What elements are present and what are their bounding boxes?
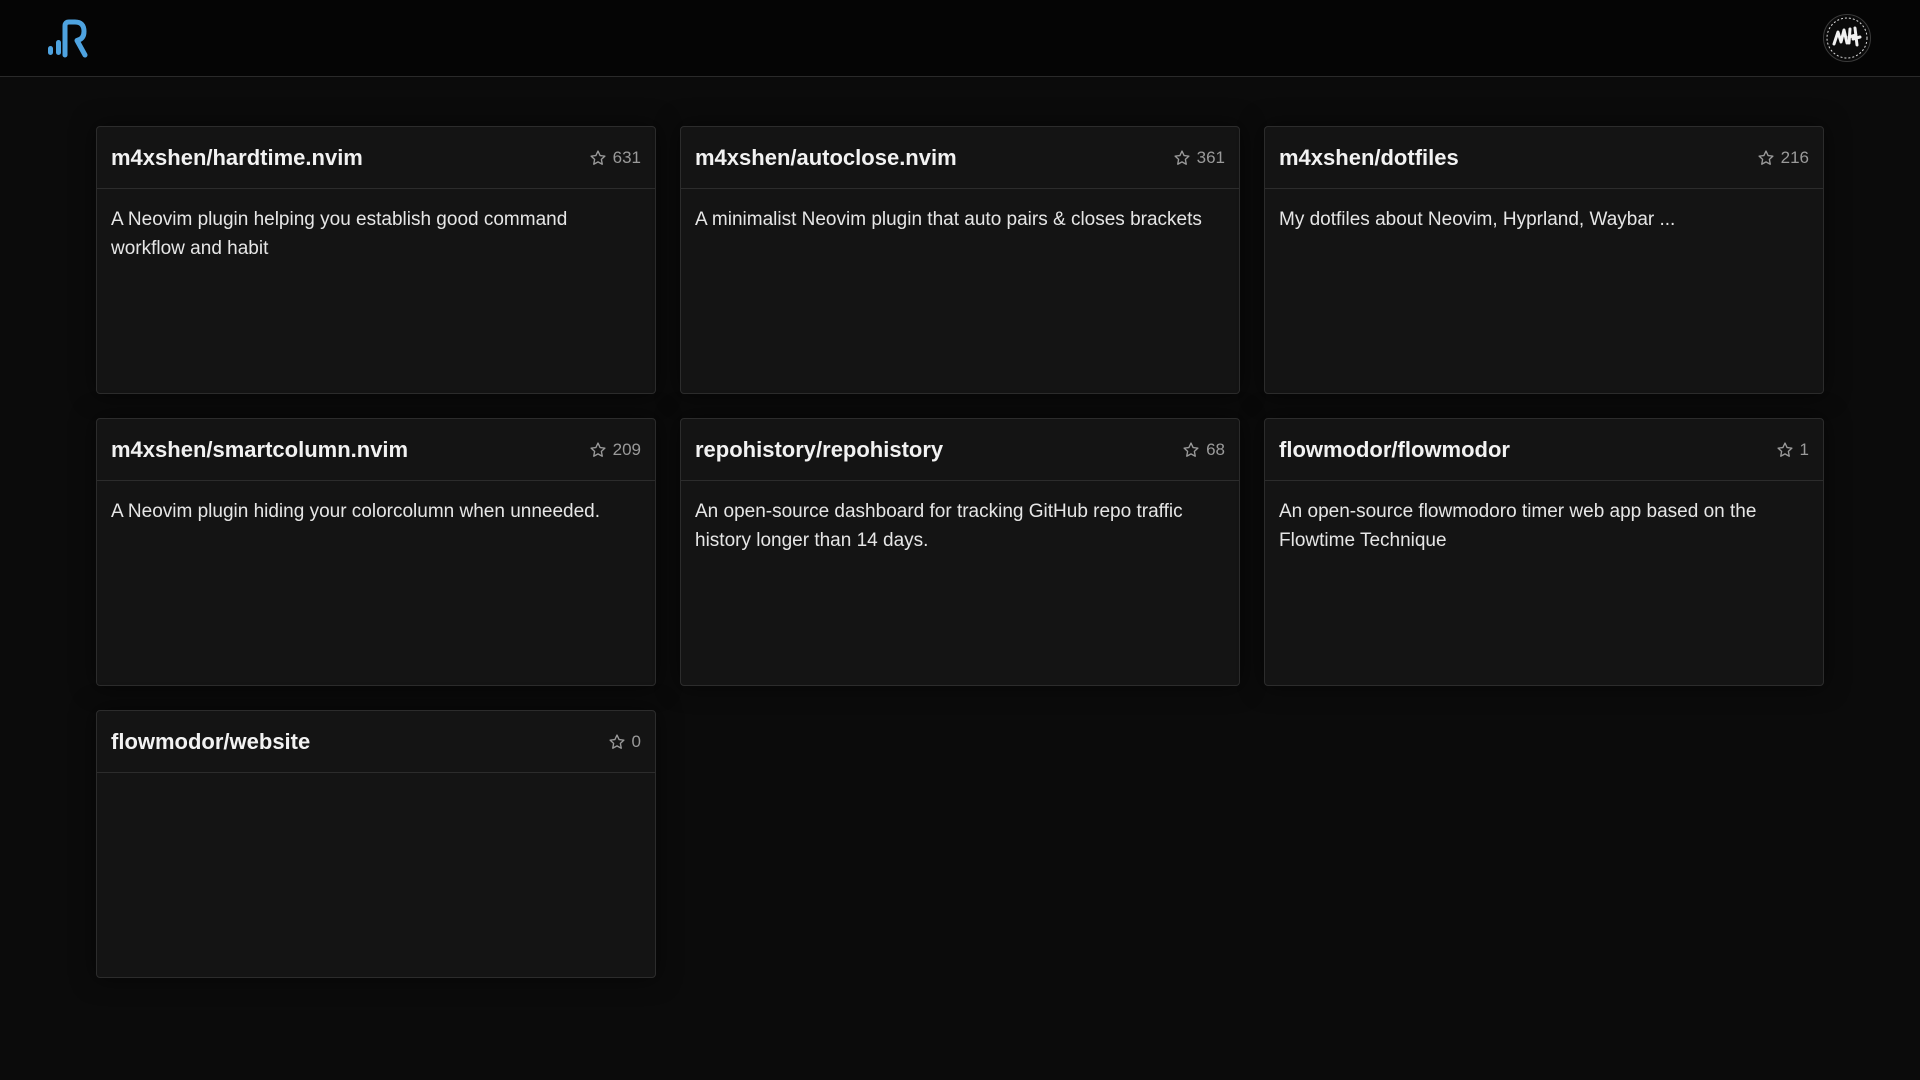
- repo-description: A minimalist Neovim plugin that auto pai…: [695, 209, 1202, 230]
- repo-description: An open-source flowmodoro timer web app …: [1279, 501, 1757, 551]
- star-icon: [590, 441, 606, 457]
- repo-card-header: m4xshen/dotfiles 216: [1265, 127, 1823, 189]
- repo-card[interactable]: flowmodor/website 0: [96, 710, 656, 978]
- repo-card-header: flowmodor/website 0: [97, 711, 655, 773]
- repo-card-header: repohistory/repohistory 68: [681, 419, 1239, 481]
- star-icon: [1776, 441, 1793, 457]
- star-count-value: 631: [612, 147, 641, 167]
- repo-name-link[interactable]: flowmodor/website: [111, 729, 310, 755]
- repo-name-link[interactable]: m4xshen/dotfiles: [1279, 145, 1459, 171]
- star-count: 216: [1757, 148, 1809, 168]
- user-avatar[interactable]: [1823, 14, 1871, 62]
- repo-name-link[interactable]: m4xshen/smartcolumn.nvim: [111, 437, 408, 463]
- star-icon: [590, 149, 606, 165]
- repo-card[interactable]: m4xshen/smartcolumn.nvim 209 A Neovim pl…: [96, 418, 656, 686]
- star-count: 361: [1173, 148, 1225, 168]
- star-count-value: 361: [1196, 147, 1225, 167]
- repo-card[interactable]: m4xshen/hardtime.nvim 631 A Neovim plugi…: [96, 126, 656, 394]
- repo-card[interactable]: m4xshen/autoclose.nvim 361 A minimalist …: [680, 126, 1240, 394]
- repo-description: My dotfiles about Neovim, Hyprland, Wayb…: [1279, 209, 1676, 230]
- repo-card[interactable]: repohistory/repohistory 68 An open-sourc…: [680, 418, 1240, 686]
- user-avatar-icon: [1826, 17, 1868, 59]
- star-count-value: 1: [1799, 439, 1809, 459]
- star-icon: [1174, 149, 1190, 165]
- repo-name-link[interactable]: flowmodor/flowmodor: [1279, 437, 1510, 463]
- repo-description: A Neovim plugin helping you establish go…: [111, 209, 568, 259]
- star-count: 68: [1182, 440, 1225, 460]
- repo-name-link[interactable]: m4xshen/autoclose.nvim: [695, 145, 957, 171]
- star-count: 1: [1776, 440, 1809, 460]
- repo-card-header: m4xshen/autoclose.nvim 361: [681, 127, 1239, 189]
- star-count: 0: [608, 732, 641, 752]
- star-icon: [608, 733, 625, 749]
- star-count-value: 68: [1206, 439, 1225, 459]
- repo-name-link[interactable]: m4xshen/hardtime.nvim: [111, 145, 363, 171]
- star-count-value: 216: [1780, 147, 1809, 167]
- repohistory-logo-icon[interactable]: [46, 18, 90, 58]
- repo-grid: m4xshen/hardtime.nvim 631 A Neovim plugi…: [96, 126, 1824, 978]
- repo-card[interactable]: m4xshen/dotfiles 216 My dotfiles about N…: [1264, 126, 1824, 394]
- repo-card-header: m4xshen/hardtime.nvim 631: [97, 127, 655, 189]
- top-navbar: [0, 0, 1920, 77]
- star-count: 631: [589, 148, 641, 168]
- repo-name-link[interactable]: repohistory/repohistory: [695, 437, 943, 463]
- repo-card-header: flowmodor/flowmodor 1: [1265, 419, 1823, 481]
- repo-card[interactable]: flowmodor/flowmodor 1 An open-source flo…: [1264, 418, 1824, 686]
- repo-description: [97, 773, 655, 805]
- star-icon: [1758, 149, 1774, 165]
- star-count: 209: [589, 440, 641, 460]
- repo-description: A Neovim plugin hiding your colorcolumn …: [111, 501, 601, 522]
- star-count-value: 0: [631, 731, 641, 751]
- repo-description: An open-source dashboard for tracking Gi…: [695, 501, 1183, 551]
- star-count-value: 209: [612, 439, 641, 459]
- repo-card-header: m4xshen/smartcolumn.nvim 209: [97, 419, 655, 481]
- star-icon: [1183, 441, 1199, 457]
